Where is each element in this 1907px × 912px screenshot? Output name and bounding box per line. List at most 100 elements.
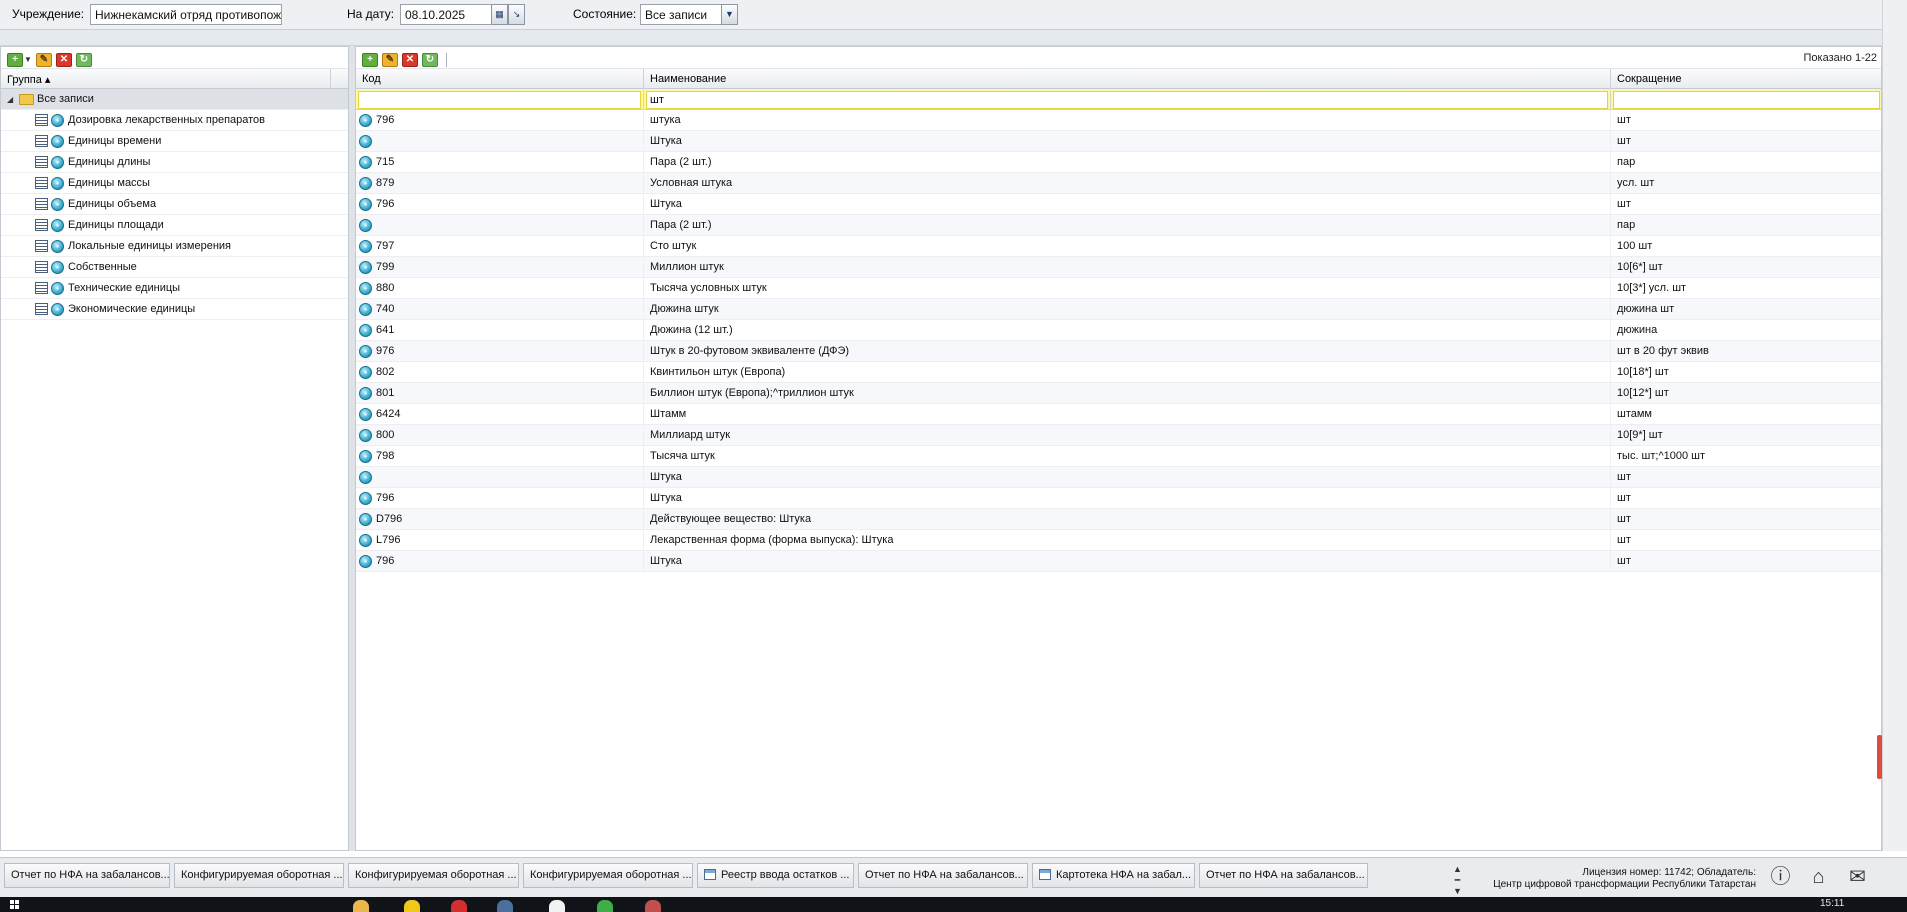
filter-row [356,89,1883,110]
table-row[interactable]: • 800 Миллиард штук 10[9*] шт [356,424,1883,446]
task-scroll-arrows[interactable]: ▲ ━ ▼ [1453,864,1462,897]
edit-icon[interactable]: ✎ [35,52,52,67]
unit-icon: • [359,281,372,295]
tree-item[interactable]: • Единицы длины [1,152,348,173]
table-row[interactable]: • 715 Пара (2 шт.) пар [356,151,1883,173]
list-icon [35,240,48,252]
table-row[interactable]: • L796 Лекарственная форма (форма выпуска)… [356,529,1883,551]
name-cell: Штука [644,487,1611,509]
table-row[interactable]: • 976 Штук в 20-футовом эквиваленте (ДФЭ) ш… [356,340,1883,362]
table-row[interactable]: • Пара (2 шт.) пар [356,214,1883,236]
unit-icon: • [359,470,372,484]
app-icon[interactable] [404,900,420,912]
institution-field[interactable]: Нижнекамский отряд противопож [90,4,282,25]
table-row[interactable]: • Штука шт [356,466,1883,488]
tree-item[interactable]: • Единицы времени [1,131,348,152]
task-button[interactable]: Конфигурируемая оборотная ... [174,863,344,888]
task-button[interactable]: Конфигурируемая оборотная ... [523,863,693,888]
tree-item[interactable]: • Экономические единицы [1,299,348,320]
table-row[interactable]: • Штука шт [356,130,1883,152]
app-icon[interactable] [645,900,661,912]
task-button[interactable]: Реестр ввода остатков ... [697,863,854,888]
tree-item[interactable]: • Собственные [1,257,348,278]
table-row[interactable]: • D796 Действующее вещество: Штука шт [356,508,1883,530]
unit-icon: • [51,239,64,253]
abbr-column-header[interactable]: Сокращение [1611,69,1883,88]
abbr-cell: 10[18*] шт [1611,361,1883,383]
windows-start-icon[interactable] [10,899,44,910]
delete-icon[interactable]: ✕ [402,52,418,67]
abbr-cell: шт [1611,193,1883,215]
camera-icon[interactable]: ⌂ [1805,864,1832,890]
abbr-cell: пар [1611,151,1883,173]
code-cell: • 740 [356,298,644,320]
state-select[interactable]: Все записи [640,4,723,25]
code-column-header[interactable]: Код [356,69,644,88]
table-row[interactable]: • 740 Дюжина штук дюжина шт [356,298,1883,320]
add-icon[interactable]: + [362,52,378,67]
tree-item[interactable]: • Дозировка лекарственных препаратов [1,110,348,131]
vertical-scrollbar[interactable] [1882,0,1907,851]
calendar-icon[interactable]: ▦ [491,4,508,25]
code-value: 6424 [376,407,401,420]
task-button[interactable]: Картотека НФА на забал... [1032,863,1195,888]
refresh-icon[interactable]: ↻ [422,52,438,67]
add-icon[interactable]: + [7,52,23,67]
name-cell: Штука [644,550,1611,572]
table-row[interactable]: • 801 Биллион штук (Европа);^триллион штук… [356,382,1883,404]
edit-icon[interactable]: ✎ [382,52,398,67]
table-row[interactable]: • 796 Штука шт [356,193,1883,215]
app-icon[interactable] [549,900,565,912]
name-cell: Действующее вещество: Штука [644,508,1611,530]
app-icon[interactable] [597,900,613,912]
group-column-header[interactable]: Группа ▴ [1,69,331,88]
table-row[interactable]: • 880 Тысяча условных штук 10[3*] усл. шт [356,277,1883,299]
date-pick-icon[interactable]: ↘ [508,4,525,25]
abbr-cell: 10[12*] шт [1611,382,1883,404]
table-row[interactable]: • 641 Дюжина (12 шт.) дюжина [356,319,1883,341]
tree-item[interactable]: • Единицы объема [1,194,348,215]
grid-rows: • 796 штука шт • Штука шт • 715 Пара (2 шт.) пар • 8… [356,109,1883,572]
unit-icon: • [359,260,372,274]
code-cell: • 880 [356,277,644,299]
task-button[interactable]: Отчет по НФА на забалансов... [858,863,1028,888]
tree-item[interactable]: • Локальные единицы измерения [1,236,348,257]
table-row[interactable]: • 796 Штука шт [356,550,1883,572]
code-cell: • 797 [356,235,644,257]
browser-icon[interactable] [451,900,467,912]
collapse-arrow-icon[interactable]: ◢ [7,95,15,104]
refresh-icon[interactable]: ↻ [75,52,92,67]
help-icon[interactable]: ⓘ [1767,864,1794,890]
tree-item[interactable]: • Единицы массы [1,173,348,194]
name-cell: Пара (2 шт.) [644,214,1611,236]
date-label: На дату: [347,7,395,21]
code-filter-input[interactable] [358,91,641,109]
task-button[interactable]: Отчет по НФА на забалансов... [4,863,170,888]
explorer-icon[interactable] [353,900,369,912]
table-row[interactable]: • 797 Сто штук 100 шт [356,235,1883,257]
chevron-down-icon[interactable]: ▼ [721,4,738,25]
name-filter-input[interactable] [646,91,1608,109]
date-field[interactable]: 08.10.2025 [400,4,492,25]
delete-icon[interactable]: ✕ [55,52,72,67]
table-row[interactable]: • 802 Квинтильон штук (Европа) 10[18*] шт [356,361,1883,383]
add-dropdown-icon[interactable]: ▼ [24,55,32,64]
tree-item-all[interactable]: ◢ Все записи [1,89,348,110]
name-column-header[interactable]: Наименование [644,69,1611,88]
table-row[interactable]: • 798 Тысяча штук тыс. шт;^1000 шт [356,445,1883,467]
mail-icon[interactable]: ✉ [1844,864,1871,890]
code-cell: • 879 [356,172,644,194]
abbr-filter-input[interactable] [1613,91,1880,109]
app-icon[interactable] [497,900,513,912]
table-row[interactable]: • 796 Штука шт [356,487,1883,509]
table-row[interactable]: • 799 Миллион штук 10[6*] шт [356,256,1883,278]
task-button[interactable]: Конфигурируемая оборотная ... [348,863,519,888]
tree-item[interactable]: • Единицы площади [1,215,348,236]
table-row[interactable]: • 796 штука шт [356,109,1883,131]
task-button[interactable]: Отчет по НФА на забалансов... [1199,863,1368,888]
tree-item[interactable]: • Технические единицы [1,278,348,299]
table-row[interactable]: • 6424 Штамм штамм [356,403,1883,425]
unit-icon: • [359,134,372,148]
abbr-cell: 10[3*] усл. шт [1611,277,1883,299]
table-row[interactable]: • 879 Условная штука усл. шт [356,172,1883,194]
